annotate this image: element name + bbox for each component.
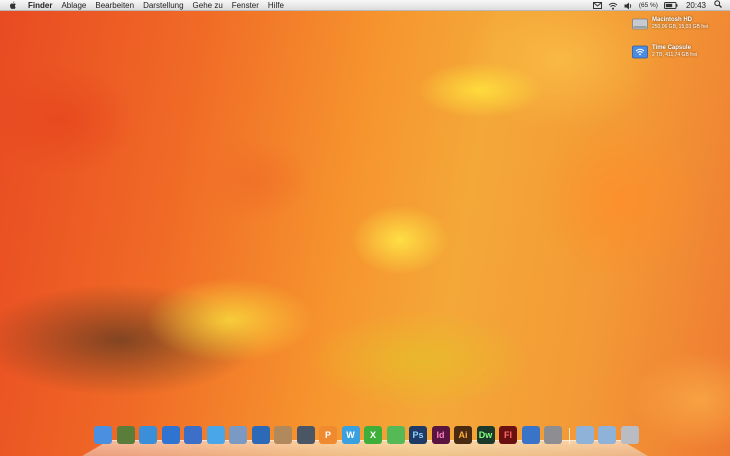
- wifi-icon[interactable]: [608, 2, 618, 10]
- dock-quicktime-icon[interactable]: [386, 426, 405, 444]
- disk-time-capsule[interactable]: Time Capsule 2 TB, 411,74 GB frei: [632, 45, 730, 59]
- dock-photoshop-icon[interactable]: Ps: [409, 426, 427, 444]
- dock: P W X Ps Id Ai Dw Fl: [82, 424, 648, 456]
- dock-dreamweaver-icon[interactable]: Dw: [476, 426, 495, 444]
- dock-messages-icon[interactable]: [206, 426, 225, 444]
- dock-photos-icon[interactable]: [229, 426, 247, 444]
- dock-activity-icon[interactable]: [251, 426, 270, 444]
- dock-aperture-icon[interactable]: [296, 426, 315, 444]
- disk-name: Time Capsule: [652, 45, 691, 51]
- menu-hilfe[interactable]: Hilfe: [268, 0, 284, 11]
- spotlight-search-icon[interactable]: [714, 0, 722, 11]
- dock-dashboard-icon[interactable]: [116, 426, 135, 444]
- disk-name: Macintosh HD: [652, 17, 693, 23]
- volume-icon[interactable]: [624, 2, 633, 10]
- menu-darstellung[interactable]: Darstellung: [143, 0, 183, 11]
- disk-macintosh-hd[interactable]: Macintosh HD 250,06 GB, 15,03 GB frei: [632, 17, 730, 31]
- dock-trash-icon[interactable]: [620, 426, 639, 444]
- dock-illustrator-icon[interactable]: Ai: [454, 426, 472, 444]
- dock-preview-icon[interactable]: [274, 426, 292, 444]
- dock-keynote-icon[interactable]: [521, 426, 540, 444]
- menu-bar: Finder Ablage Bearbeiten Darstellung Geh…: [0, 0, 730, 11]
- menu-fenster[interactable]: Fenster: [232, 0, 259, 11]
- dock-separator: [568, 428, 570, 444]
- dock-itunes-icon[interactable]: [184, 426, 202, 444]
- time-capsule-icon[interactable]: [632, 45, 648, 59]
- dock-indesign-icon[interactable]: Id: [431, 426, 450, 444]
- desktop[interactable]: Finder Ablage Bearbeiten Darstellung Geh…: [0, 0, 730, 456]
- mail-status-icon[interactable]: [592, 2, 602, 9]
- dock-safari-icon[interactable]: [139, 426, 157, 444]
- dock-finder-icon[interactable]: [94, 426, 112, 444]
- dock-system-preferences-icon[interactable]: [544, 426, 562, 444]
- disk-info: 2 TB, 411,74 GB frei: [652, 52, 698, 58]
- dock-word-icon[interactable]: W: [341, 426, 360, 444]
- menu-clock[interactable]: 20:43: [686, 0, 706, 11]
- dock-pages-icon[interactable]: P: [319, 426, 337, 444]
- battery-percentage[interactable]: (65 %): [639, 0, 658, 11]
- dock-icons: P W X Ps Id Ai Dw Fl: [94, 426, 643, 444]
- dock-downloads-folder-icon[interactable]: [598, 426, 616, 444]
- dock-flash-icon[interactable]: Fl: [499, 426, 517, 444]
- dock-excel-icon[interactable]: X: [364, 426, 382, 444]
- disk-info: 250,06 GB, 15,03 GB frei: [652, 24, 709, 30]
- menu-ablage[interactable]: Ablage: [61, 0, 86, 11]
- battery-icon[interactable]: [663, 2, 678, 9]
- apple-menu-icon[interactable]: [8, 1, 18, 10]
- dock-applications-folder-icon[interactable]: [575, 426, 594, 444]
- dock-app-store-icon[interactable]: [161, 426, 180, 444]
- menu-gehe-zu[interactable]: Gehe zu: [193, 0, 223, 11]
- hard-drive-icon[interactable]: [632, 17, 648, 31]
- menu-finder[interactable]: Finder: [28, 0, 52, 11]
- menu-bearbeiten[interactable]: Bearbeiten: [95, 0, 134, 11]
